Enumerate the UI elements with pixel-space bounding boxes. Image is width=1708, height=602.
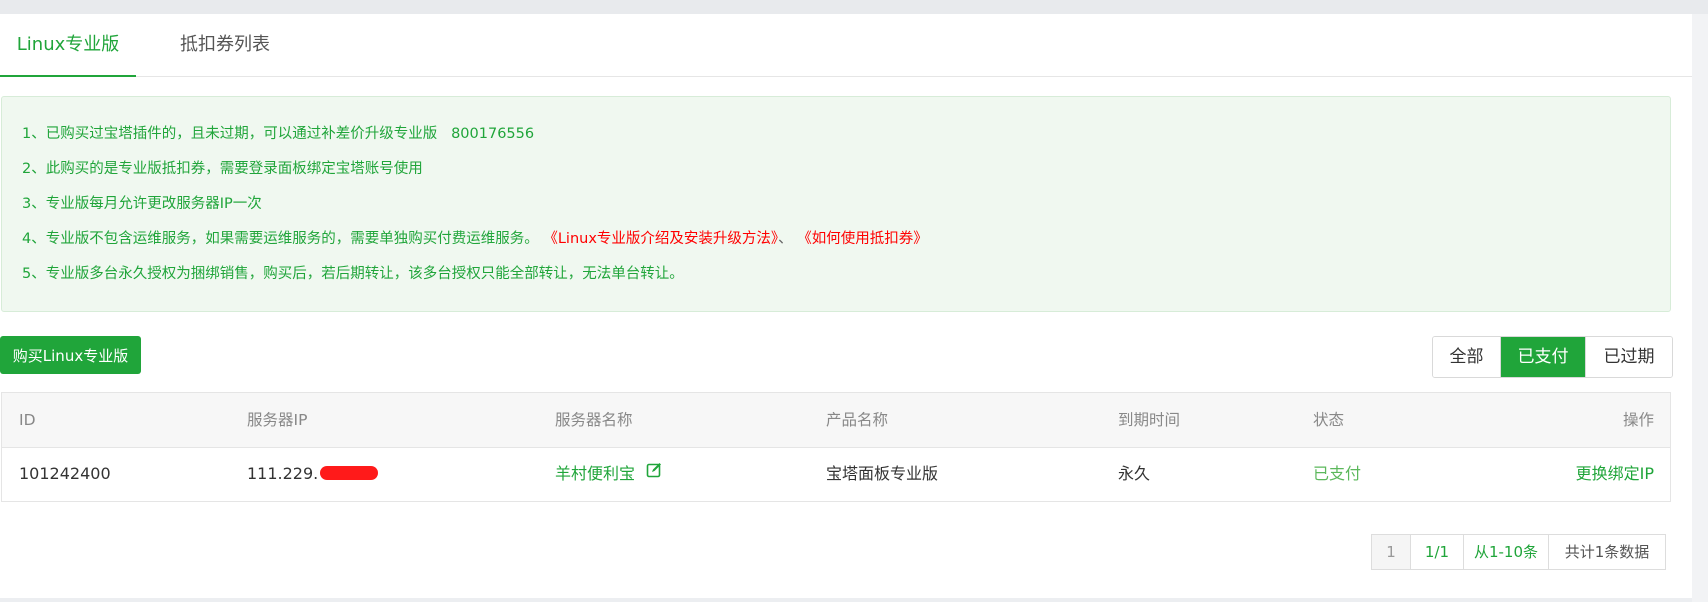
header-server-ip: 服务器IP (247, 411, 308, 429)
tab-voucher-list[interactable]: 抵扣券列表 (160, 14, 290, 76)
bottom-divider (0, 598, 1692, 602)
table-header: ID 服务器IP 服务器名称 产品名称 到期时间 状态 操作 (2, 393, 1670, 448)
header-expire-time: 到期时间 (1118, 411, 1181, 429)
cell-expire-time: 永久 (1118, 464, 1151, 483)
cell-status: 已支付 (1313, 464, 1362, 483)
header-id: ID (19, 411, 36, 429)
notice-line-2: 2、此购买的是专业版抵扣券，需要登录面板绑定宝塔账号使用 (22, 161, 423, 177)
tab-linux-pro[interactable]: Linux专业版 (0, 14, 136, 77)
filter-all[interactable]: 全部 (1433, 337, 1500, 377)
pagination-total: 共计1条数据 (1548, 535, 1665, 569)
pagination-current-page[interactable]: 1 (1372, 535, 1410, 569)
header-product-name: 产品名称 (826, 411, 889, 429)
filter-paid[interactable]: 已支付 (1500, 337, 1585, 377)
notice-line-5: 5、专业版多台永久授权为捆绑销售，购买后，若后期转让，该多台授权只能全部转让，无… (22, 266, 684, 282)
buy-linux-pro-button[interactable]: 购买Linux专业版 (0, 336, 141, 374)
change-bound-ip-link[interactable]: 更换绑定IP (1576, 447, 1654, 501)
pagination-range: 从1-10条 (1463, 535, 1548, 569)
cell-id: 101242400 (19, 464, 111, 483)
notice-line-4-text: 4、专业版不包含运维服务，如果需要运维服务的，需要单独购买付费运维服务。 (22, 231, 539, 247)
notice-contact-number: 800176556 (451, 126, 535, 142)
notice-separator: 、 (778, 231, 793, 247)
notice-line-4: 4、专业版不包含运维服务，如果需要运维服务的，需要单独购买付费运维服务。 《Li… (22, 227, 928, 248)
pagination-page-count: 1/1 (1410, 535, 1463, 569)
header-action: 操作 (1622, 411, 1654, 429)
cell-server-ip: 111.229. (247, 447, 379, 501)
cell-server-name: 羊村便利宝 (555, 447, 662, 502)
header-status: 状态 (1313, 411, 1345, 429)
notice-line-1: 1、已购买过宝塔插件的，且未过期，可以通过补差价升级专业版 800176556 (22, 122, 534, 143)
tab-bar: Linux专业版 抵扣券列表 (0, 14, 1692, 77)
pagination: 1 1/1 从1-10条 共计1条数据 (1371, 534, 1666, 570)
edit-icon[interactable] (646, 446, 662, 500)
link-linux-pro-guide[interactable]: 《Linux专业版介绍及安装升级方法》 (543, 231, 778, 247)
header-server-name: 服务器名称 (555, 411, 633, 429)
notice-line-3: 3、专业版每月允许更改服务器IP一次 (22, 196, 262, 212)
notice-line-1-text: 1、已购买过宝塔插件的，且未过期，可以通过补差价升级专业版 (22, 126, 438, 142)
link-voucher-usage[interactable]: 《如何使用抵扣券》 (797, 231, 928, 247)
orders-table: ID 服务器IP 服务器名称 产品名称 到期时间 状态 操作 101242400… (1, 392, 1671, 502)
cell-product-name: 宝塔面板专业版 (826, 464, 939, 483)
server-ip-text: 111.229. (247, 464, 319, 483)
main-panel: Linux专业版 抵扣券列表 1、已购买过宝塔插件的，且未过期，可以通过补差价升… (0, 14, 1692, 602)
server-name-text: 羊村便利宝 (555, 464, 636, 483)
table-row: 101242400 111.229. 羊村便利宝 宝塔面板专业版 永久 已支付 … (2, 447, 1670, 501)
right-scroll-gutter (1692, 14, 1708, 602)
redaction-mark (320, 465, 379, 480)
status-filter-group: 全部 已支付 已过期 (1432, 336, 1673, 378)
filter-expired[interactable]: 已过期 (1585, 337, 1672, 377)
notice-box: 1、已购买过宝塔插件的，且未过期，可以通过补差价升级专业版 800176556 … (1, 96, 1671, 312)
